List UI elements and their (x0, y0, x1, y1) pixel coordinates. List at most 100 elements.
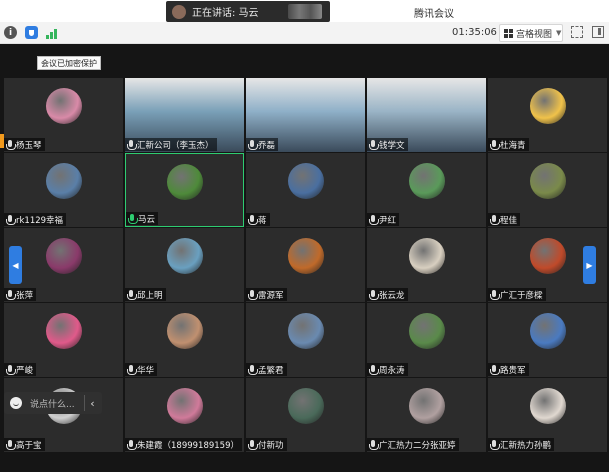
participant-avatar (166, 238, 203, 274)
mic-icon (490, 214, 500, 225)
mic-icon (128, 213, 138, 224)
participant-tile[interactable]: 蒋 (246, 153, 365, 227)
participant-tile[interactable]: 杨玉琴 (4, 78, 123, 152)
participant-name: 汇新热力孙鹏 (500, 440, 552, 451)
participant-namebar: 邱上明 (125, 288, 166, 301)
participant-name: 雷源军 (258, 290, 284, 301)
participant-name: 程佳 (500, 215, 518, 226)
participant-avatar (45, 313, 82, 349)
participant-name: 路贵军 (500, 365, 526, 376)
mic-icon (490, 289, 500, 300)
participant-name: 广汇热力二分张亚婷 (379, 440, 456, 451)
participant-namebar: rk1129幸福 (4, 213, 67, 226)
participant-name: 张云龙 (379, 290, 405, 301)
participant-name: 华华 (137, 365, 155, 376)
participant-tile[interactable]: 马云 (125, 153, 244, 227)
mic-icon (248, 289, 258, 300)
participant-name: 邱上明 (137, 290, 163, 301)
mic-icon (490, 364, 500, 375)
participant-namebar: 杨玉琴 (4, 138, 45, 151)
mic-icon (369, 214, 379, 225)
mic-icon (369, 439, 379, 450)
mic-icon (369, 364, 379, 375)
participant-avatar (45, 88, 82, 124)
mic-icon (6, 214, 16, 225)
participant-avatar (45, 238, 82, 274)
speaking-indicator: 正在讲话: 马云 (166, 1, 330, 22)
participant-avatar (287, 313, 324, 349)
participant-name: 孟繁君 (258, 365, 284, 376)
participant-avatar (287, 163, 324, 199)
participant-namebar: 广汇于彦樑 (488, 288, 546, 301)
window-layout-icon[interactable] (592, 26, 604, 38)
participant-name: 广汇于彦樑 (500, 290, 543, 301)
participant-tile[interactable]: 广汇热力二分张亚婷 (367, 378, 486, 452)
participant-name: 高于宝 (16, 440, 42, 451)
participant-tile[interactable]: 孟繁君 (246, 303, 365, 377)
participant-tile[interactable]: 汇新热力孙鹏 (488, 378, 607, 452)
participant-tile[interactable]: 乔磊 (246, 78, 365, 152)
participant-namebar: 孟繁君 (246, 363, 287, 376)
mic-icon (127, 364, 137, 375)
layout-view-dropdown[interactable]: 宫格视图 ▼ (499, 24, 563, 42)
participant-namebar: 张萍 (4, 288, 37, 301)
collapse-chevron-icon[interactable]: ‹ (84, 395, 100, 411)
participant-namebar: 付新功 (246, 438, 287, 451)
mic-icon (6, 139, 16, 150)
speaking-label: 正在讲话: 马云 (192, 8, 259, 19)
fullscreen-icon[interactable] (571, 26, 583, 38)
info-icon[interactable]: i (4, 26, 17, 39)
participant-avatar (529, 88, 566, 124)
participant-namebar: 钱学文 (367, 138, 408, 151)
participant-name: 杨玉琴 (16, 140, 42, 151)
participant-avatar (529, 238, 566, 274)
participant-avatar (166, 313, 203, 349)
next-page-button[interactable]: ▶ (583, 246, 596, 284)
participant-name: 尹红 (379, 215, 397, 226)
participant-namebar: 汇新热力孙鹏 (488, 438, 555, 451)
participant-tile[interactable]: 华华 (125, 303, 244, 377)
participant-avatar (408, 388, 445, 424)
participant-namebar: 严峻 (4, 363, 37, 376)
prev-page-button[interactable]: ◀ (9, 246, 22, 284)
participant-name: 钱学文 (379, 140, 405, 151)
participant-name: 杜海青 (500, 140, 526, 151)
participant-name: 周永涛 (379, 365, 405, 376)
shield-icon[interactable] (25, 26, 38, 39)
layout-view-label: 宫格视图 (516, 29, 553, 40)
participant-tile[interactable]: 高于宝 (4, 378, 123, 452)
participant-tile[interactable]: 路贵军 (488, 303, 607, 377)
participant-namebar: 尹红 (367, 213, 400, 226)
title-bar: 正在讲话: 马云 腾讯会议 (0, 0, 609, 22)
participant-tile[interactable]: 钱学文 (367, 78, 486, 152)
participant-name: 朱建霞（18999189159） (137, 440, 239, 451)
participant-tile[interactable]: 程佳 (488, 153, 607, 227)
chat-placeholder[interactable]: 说点什么... (30, 397, 75, 410)
participant-name: 乔磊 (258, 140, 276, 151)
signal-icon[interactable] (44, 26, 58, 39)
mic-icon (369, 289, 379, 300)
participant-tile[interactable]: 朱建霞（18999189159） (125, 378, 244, 452)
chat-input-popup[interactable]: 说点什么... ‹ (4, 392, 102, 414)
participant-namebar: 程佳 (488, 213, 521, 226)
participant-name: 蒋 (258, 215, 267, 226)
participant-tile[interactable]: 严峻 (4, 303, 123, 377)
mic-icon (490, 439, 500, 450)
participant-tile[interactable]: 张云龙 (367, 228, 486, 302)
participant-tile[interactable]: 付新功 (246, 378, 365, 452)
participant-tile[interactable]: 周永涛 (367, 303, 486, 377)
participant-tile[interactable]: 尹红 (367, 153, 486, 227)
mic-icon (369, 139, 379, 150)
participant-name: rk1129幸福 (16, 215, 64, 226)
participant-tile[interactable]: 雷源军 (246, 228, 365, 302)
participant-tile[interactable]: 杜海青 (488, 78, 607, 152)
emoji-icon[interactable] (10, 397, 22, 409)
participant-tile[interactable]: 邱上明 (125, 228, 244, 302)
participant-tile[interactable]: 汇新公司（李玉杰） (125, 78, 244, 152)
participant-namebar: 周永涛 (367, 363, 408, 376)
mic-icon (490, 139, 500, 150)
mic-icon (248, 139, 258, 150)
meeting-timer: 01:35:06 (452, 27, 497, 38)
speaker-avatar (172, 4, 186, 19)
participant-tile[interactable]: rk1129幸福 (4, 153, 123, 227)
